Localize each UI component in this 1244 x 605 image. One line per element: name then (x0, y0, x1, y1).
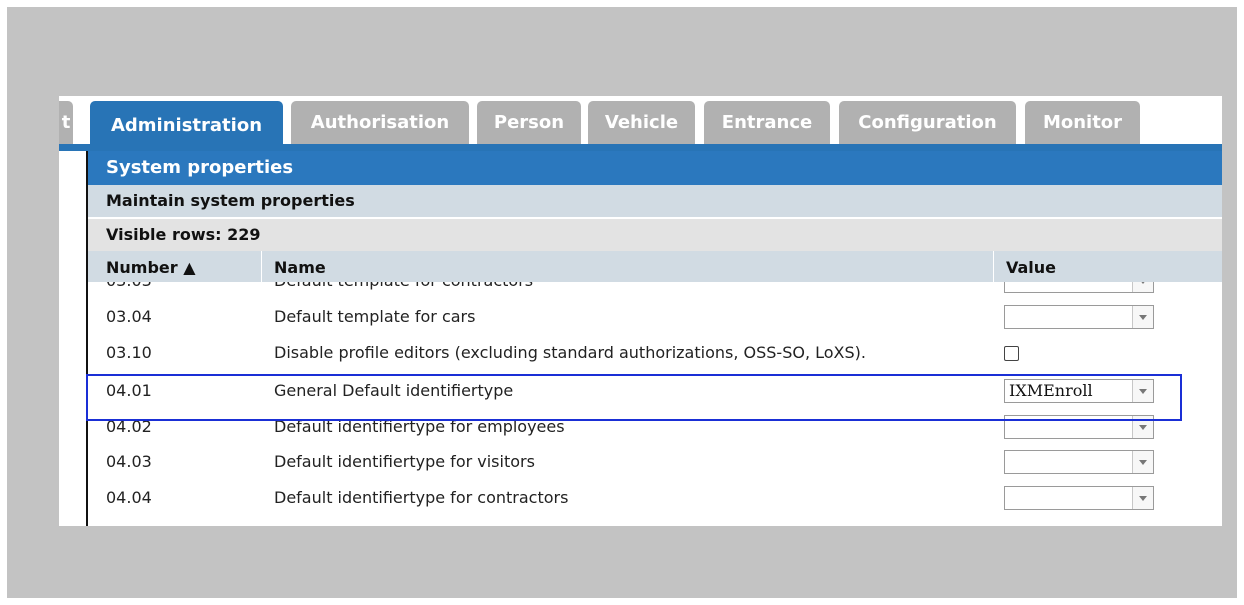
dropdown-arrow-icon[interactable] (1132, 451, 1153, 473)
tab-vehicle[interactable]: Vehicle (588, 101, 695, 144)
row-number: 03.10 (106, 343, 152, 362)
column-header-name[interactable]: Name (274, 251, 326, 282)
tab-entrance[interactable]: Entrance (704, 101, 830, 144)
tab-configuration[interactable]: Configuration (839, 101, 1016, 144)
value-select[interactable] (1004, 450, 1154, 474)
row-number: 04.04 (106, 488, 152, 507)
tab-partial[interactable]: t (59, 101, 73, 144)
dropdown-arrow-icon[interactable] (1132, 282, 1153, 292)
section-title: System properties (88, 151, 1222, 185)
dropdown-arrow-icon[interactable] (1132, 416, 1153, 438)
value-select[interactable] (1004, 305, 1154, 329)
tab-authorisation[interactable]: Authorisation (291, 101, 469, 144)
row-number: 03.04 (106, 307, 152, 326)
value-select[interactable]: IXMEnroll (1004, 379, 1154, 403)
app-panel: t Administration Authorisation Person Ve… (59, 96, 1222, 526)
visible-rows-count: Visible rows: 229 (88, 219, 1222, 251)
value-select[interactable] (1004, 486, 1154, 510)
column-header-number[interactable]: Number ▲ (106, 251, 196, 282)
row-name: Default template for cars (274, 307, 476, 326)
select-value: IXMEnroll (1009, 381, 1093, 400)
table-row[interactable]: 04.02 Default identifiertype for employe… (88, 409, 1222, 445)
tab-person[interactable]: Person (477, 101, 581, 144)
row-name: General Default identifiertype (274, 381, 514, 400)
value-checkbox[interactable] (1004, 346, 1019, 361)
row-number: 04.02 (106, 417, 152, 436)
row-name: Default template for contractors (274, 282, 533, 299)
row-name: Default identifiertype for visitors (274, 452, 535, 471)
row-number: 04.01 (106, 381, 152, 400)
table-row[interactable]: 03.10 Disable profile editors (excluding… (88, 335, 1222, 371)
row-number: 04.03 (106, 452, 152, 471)
row-name: Default identifiertype for employees (274, 417, 565, 436)
table-row-selected[interactable]: 04.01 General Default identifiertype IXM… (88, 373, 1222, 409)
table-row[interactable]: 04.04 Default identifiertype for contrac… (88, 480, 1222, 516)
tab-administration[interactable]: Administration (90, 101, 283, 149)
tab-underline (59, 144, 1222, 151)
tab-bar: t Administration Authorisation Person Ve… (59, 101, 1222, 149)
table-header: Number ▲ Name Value (88, 251, 1222, 282)
dropdown-arrow-icon[interactable] (1132, 487, 1153, 509)
table-row[interactable]: 03.03 Default template for contractors (88, 282, 1222, 299)
table-row[interactable]: 04.03 Default identifiertype for visitor… (88, 444, 1222, 480)
value-select[interactable] (1004, 415, 1154, 439)
table-row[interactable]: 03.04 Default template for cars (88, 299, 1222, 335)
dropdown-arrow-icon[interactable] (1132, 380, 1153, 402)
tab-monitor[interactable]: Monitor (1025, 101, 1140, 144)
value-select[interactable] (1004, 282, 1154, 293)
column-header-value[interactable]: Value (1006, 251, 1056, 282)
section-subtitle: Maintain system properties (88, 185, 1222, 217)
column-separator (993, 251, 994, 282)
content-area: System properties Maintain system proper… (88, 151, 1222, 526)
table-body: 03.03 Default template for contractors 0… (88, 282, 1222, 526)
dropdown-arrow-icon[interactable] (1132, 306, 1153, 328)
row-name: Default identifiertype for contractors (274, 488, 569, 507)
column-separator (261, 251, 262, 282)
screenshot-frame: t Administration Authorisation Person Ve… (7, 7, 1237, 598)
row-name: Disable profile editors (excluding stand… (274, 343, 866, 362)
row-number: 03.03 (106, 282, 152, 299)
